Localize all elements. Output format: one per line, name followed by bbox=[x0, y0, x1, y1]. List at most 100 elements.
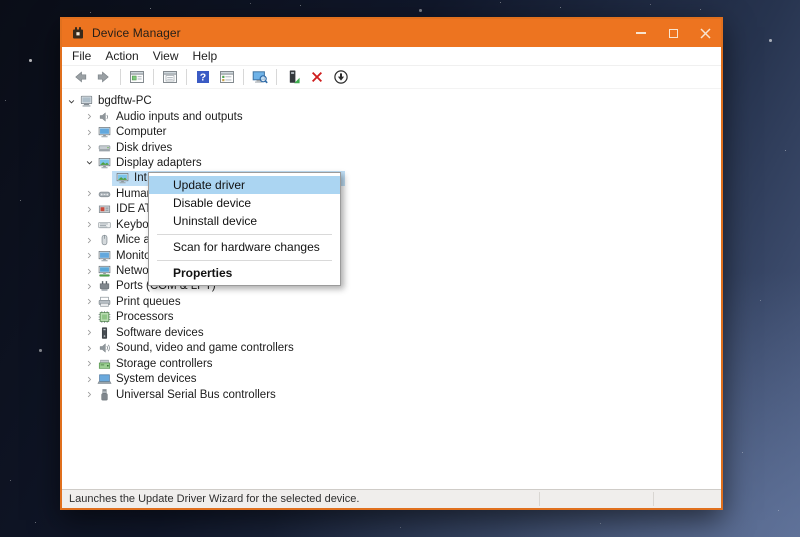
status-bar-divider bbox=[653, 492, 654, 506]
chevron-right-icon[interactable] bbox=[82, 310, 96, 324]
list-view-button[interactable] bbox=[217, 67, 237, 87]
context-menu-item-uninstall-device[interactable]: Uninstall device bbox=[149, 212, 340, 230]
storage-device-icon bbox=[96, 356, 112, 371]
keyboard-device-icon bbox=[96, 217, 112, 232]
properties-sheet-button[interactable] bbox=[160, 67, 180, 87]
window-title: Device Manager bbox=[92, 26, 181, 40]
tree-item-print-queues[interactable]: Print queues bbox=[62, 294, 721, 309]
context-menu-item-update-driver[interactable]: Update driver bbox=[149, 176, 340, 194]
tree-item-label: Audio inputs and outputs bbox=[116, 111, 243, 123]
tree-item-label: Sound, video and game controllers bbox=[116, 342, 294, 354]
close-button[interactable] bbox=[689, 19, 721, 47]
menu-help[interactable]: Help bbox=[186, 47, 225, 66]
tree-item-label: Disk drives bbox=[116, 142, 172, 154]
minimize-icon bbox=[636, 32, 646, 34]
disk-device-icon bbox=[96, 140, 112, 155]
tree-item-sound-video-and-game-controllers[interactable]: Sound, video and game controllers bbox=[62, 341, 721, 356]
context-menu-item-disable-device[interactable]: Disable device bbox=[149, 194, 340, 212]
tree-item-label: Print queues bbox=[116, 296, 181, 308]
chevron-right-icon[interactable] bbox=[82, 372, 96, 386]
tree-item-storage-controllers[interactable]: Storage controllers bbox=[62, 356, 721, 371]
desktop-background: Device Manager FileActionViewHelp ? bgdf… bbox=[0, 0, 800, 537]
chevron-right-icon[interactable] bbox=[82, 249, 96, 263]
stars bbox=[0, 0, 1, 1]
menu-bar: FileActionViewHelp bbox=[62, 47, 721, 66]
disable-icon bbox=[333, 69, 349, 85]
chevron-right-icon[interactable] bbox=[82, 279, 96, 293]
back-icon bbox=[72, 69, 88, 85]
menu-file[interactable]: File bbox=[65, 47, 98, 66]
chevron-right-icon[interactable] bbox=[82, 202, 96, 216]
context-menu-item-scan-for-hardware-changes[interactable]: Scan for hardware changes bbox=[149, 238, 340, 256]
uninstall-button[interactable] bbox=[307, 67, 327, 87]
chevron-down-icon[interactable] bbox=[82, 156, 96, 170]
tree-item-label: Computer bbox=[116, 126, 167, 138]
tree-item-display-adapters[interactable]: Display adapters bbox=[62, 155, 721, 170]
svg-text:?: ? bbox=[200, 72, 206, 84]
chevron-right-icon[interactable] bbox=[82, 295, 96, 309]
context-menu-item-properties[interactable]: Properties bbox=[149, 264, 340, 282]
software-device-icon bbox=[96, 325, 112, 340]
chevron-right-icon[interactable] bbox=[82, 110, 96, 124]
tree-item-bgdftw-pc[interactable]: bgdftw-PC bbox=[62, 94, 721, 109]
tree-item-label: Int bbox=[134, 172, 147, 184]
chevron-right-icon[interactable] bbox=[82, 326, 96, 340]
tree-item-label: System devices bbox=[116, 373, 197, 385]
processor-device-icon bbox=[96, 310, 112, 325]
chevron-right-icon[interactable] bbox=[82, 357, 96, 371]
help-icon: ? bbox=[195, 69, 211, 85]
update-driver-button[interactable] bbox=[283, 67, 303, 87]
tree-item-disk-drives[interactable]: Disk drives bbox=[62, 140, 721, 155]
chevron-right-icon[interactable] bbox=[82, 125, 96, 139]
chevron-down-icon[interactable] bbox=[64, 94, 78, 108]
chevron-right-icon[interactable] bbox=[82, 218, 96, 232]
audio-device-icon bbox=[96, 109, 112, 124]
console-tree-icon bbox=[129, 69, 145, 85]
usb-device-icon bbox=[96, 387, 112, 402]
console-tree-button[interactable] bbox=[127, 67, 147, 87]
minimize-button[interactable] bbox=[625, 19, 657, 47]
printer-device-icon bbox=[96, 294, 112, 309]
chevron-right-icon[interactable] bbox=[82, 388, 96, 402]
menu-view[interactable]: View bbox=[146, 47, 186, 66]
toolbar: ? bbox=[62, 66, 721, 89]
toolbar-separator bbox=[243, 69, 244, 85]
help-button[interactable]: ? bbox=[193, 67, 213, 87]
tree-item-software-devices[interactable]: Software devices bbox=[62, 325, 721, 340]
tree-item-audio-inputs-and-outputs[interactable]: Audio inputs and outputs bbox=[62, 109, 721, 124]
tree-item-processors[interactable]: Processors bbox=[62, 310, 721, 325]
update-driver-icon bbox=[285, 69, 301, 85]
ports-device-icon bbox=[96, 279, 112, 294]
chevron-right-icon[interactable] bbox=[82, 264, 96, 278]
tree-item-computer[interactable]: Computer bbox=[62, 124, 721, 139]
menu-action[interactable]: Action bbox=[98, 47, 145, 66]
scan-hardware-button[interactable] bbox=[250, 67, 270, 87]
chevron-right-icon[interactable] bbox=[82, 187, 96, 201]
maximize-icon bbox=[669, 29, 678, 38]
scan-hardware-icon bbox=[252, 69, 268, 85]
tree-item-label: Software devices bbox=[116, 327, 204, 339]
tree-item-system-devices[interactable]: System devices bbox=[62, 371, 721, 386]
monitor-device-icon bbox=[96, 248, 112, 263]
toolbar-separator bbox=[186, 69, 187, 85]
network-device-icon bbox=[96, 264, 112, 279]
toolbar-separator bbox=[153, 69, 154, 85]
maximize-button[interactable] bbox=[657, 19, 689, 47]
chevron-right-icon[interactable] bbox=[82, 141, 96, 155]
title-bar[interactable]: Device Manager bbox=[62, 19, 721, 47]
chevron-right-icon[interactable] bbox=[82, 341, 96, 355]
hid-device-icon bbox=[96, 186, 112, 201]
status-text: Launches the Update Driver Wizard for th… bbox=[62, 493, 359, 505]
list-view-icon bbox=[219, 69, 235, 85]
device-manager-app-icon bbox=[70, 25, 86, 41]
back-button[interactable] bbox=[70, 67, 90, 87]
uninstall-icon bbox=[309, 69, 325, 85]
chevron-right-icon[interactable] bbox=[82, 233, 96, 247]
forward-button[interactable] bbox=[94, 67, 114, 87]
sound-device-icon bbox=[96, 341, 112, 356]
status-bar-divider bbox=[539, 492, 540, 506]
tree-item-universal-serial-bus-controllers[interactable]: Universal Serial Bus controllers bbox=[62, 387, 721, 402]
tree-item-label: Display adapters bbox=[116, 157, 202, 169]
properties-sheet-icon bbox=[162, 69, 178, 85]
disable-button[interactable] bbox=[331, 67, 351, 87]
